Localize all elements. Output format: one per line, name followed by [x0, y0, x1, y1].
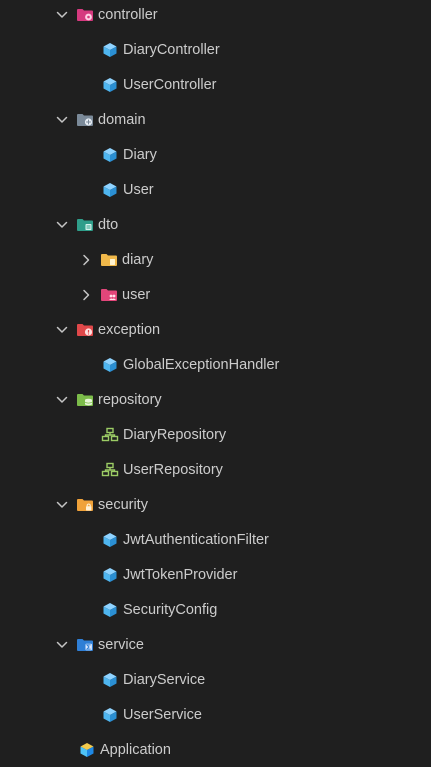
folder-security-icon — [76, 497, 94, 513]
chevron-down-icon[interactable] — [54, 392, 70, 408]
tree-item-label: security — [98, 496, 148, 513]
tree-file-diaryrepository[interactable]: DiaryRepository — [0, 417, 431, 452]
folder-controller-icon — [76, 7, 94, 23]
tree-item-label: DiaryRepository — [123, 426, 227, 443]
tree-file-jwttokenprovider[interactable]: JwtTokenProvider — [0, 557, 431, 592]
tree-item-label: SecurityConfig — [123, 601, 218, 618]
tree-item-label: GlobalExceptionHandler — [123, 356, 280, 373]
chevron-right-icon[interactable] — [78, 252, 94, 268]
tree-item-label: JwtTokenProvider — [123, 566, 238, 583]
folder-diary-icon — [100, 252, 118, 268]
tree-item-label: JwtAuthenticationFilter — [123, 531, 269, 548]
class-cube-icon — [101, 532, 119, 548]
chevron-down-icon[interactable] — [54, 637, 70, 653]
tree-item-label: dto — [98, 216, 119, 233]
tree-file-usercontroller[interactable]: UserController — [0, 67, 431, 102]
class-cube-icon — [101, 602, 119, 618]
tree-item-label: Application — [100, 741, 171, 758]
tree-file-user[interactable]: User — [0, 172, 431, 207]
tree-file-application[interactable]: Application — [0, 732, 431, 767]
folder-domain-icon — [76, 112, 94, 128]
tree-folder-user[interactable]: user — [0, 277, 431, 312]
chevron-down-icon[interactable] — [54, 217, 70, 233]
application-cube-icon — [78, 742, 96, 758]
tree-item-label: diary — [122, 251, 154, 268]
tree-item-label: controller — [98, 6, 158, 23]
folder-service-icon — [76, 637, 94, 653]
folder-repository-icon — [76, 392, 94, 408]
folder-dto-icon — [76, 217, 94, 233]
tree-item-label: repository — [98, 391, 162, 408]
class-cube-icon — [101, 77, 119, 93]
class-cube-icon — [101, 147, 119, 163]
tree-file-securityconfig[interactable]: SecurityConfig — [0, 592, 431, 627]
folder-exception-icon — [76, 322, 94, 338]
class-cube-icon — [101, 672, 119, 688]
tree-item-label: Diary — [123, 146, 157, 163]
class-cube-icon — [101, 42, 119, 58]
tree-folder-controller[interactable]: controller — [0, 0, 431, 32]
tree-file-jwtauthenticationfilter[interactable]: JwtAuthenticationFilter — [0, 522, 431, 557]
tree-file-globalexceptionhandler[interactable]: GlobalExceptionHandler — [0, 347, 431, 382]
tree-file-diary[interactable]: Diary — [0, 137, 431, 172]
chevron-down-icon[interactable] — [54, 112, 70, 128]
chevron-down-icon[interactable] — [54, 322, 70, 338]
tree-folder-exception[interactable]: exception — [0, 312, 431, 347]
class-cube-icon — [101, 567, 119, 583]
chevron-down-icon[interactable] — [54, 497, 70, 513]
chevron-down-icon[interactable] — [54, 7, 70, 23]
tree-folder-security[interactable]: security — [0, 487, 431, 522]
class-cube-icon — [101, 707, 119, 723]
tree-folder-dto[interactable]: dto — [0, 207, 431, 242]
tree-folder-service[interactable]: service — [0, 627, 431, 662]
repository-interface-icon — [101, 427, 119, 443]
tree-item-label: UserService — [123, 706, 202, 723]
tree-item-label: UserRepository — [123, 461, 223, 478]
tree-item-label: exception — [98, 321, 161, 338]
tree-item-label: DiaryController — [123, 41, 220, 58]
tree-item-label: User — [123, 181, 154, 198]
tree-file-diarycontroller[interactable]: DiaryController — [0, 32, 431, 67]
tree-item-label: DiaryService — [123, 671, 206, 688]
tree-folder-repository[interactable]: repository — [0, 382, 431, 417]
class-cube-icon — [101, 357, 119, 373]
tree-file-diaryservice[interactable]: DiaryService — [0, 662, 431, 697]
class-cube-icon — [101, 182, 119, 198]
repository-interface-icon — [101, 462, 119, 478]
tree-item-label: domain — [98, 111, 146, 128]
tree-folder-domain[interactable]: domain — [0, 102, 431, 137]
tree-folder-diary[interactable]: diary — [0, 242, 431, 277]
tree-file-userservice[interactable]: UserService — [0, 697, 431, 732]
tree-item-label: user — [122, 286, 151, 303]
folder-user-icon — [100, 287, 118, 303]
tree-item-label: UserController — [123, 76, 217, 93]
tree-file-userrepository[interactable]: UserRepository — [0, 452, 431, 487]
file-explorer-tree: controller DiaryController UserController d… — [0, 0, 431, 767]
tree-item-label: service — [98, 636, 144, 653]
chevron-right-icon[interactable] — [78, 287, 94, 303]
